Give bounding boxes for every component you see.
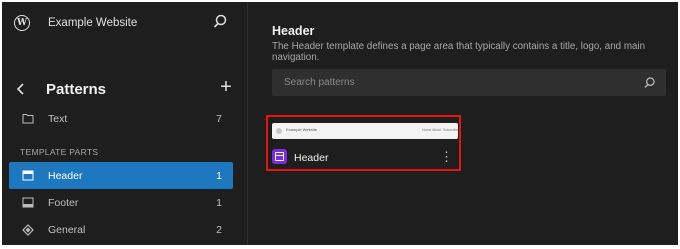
sidebar-title: Patterns [46,80,107,98]
sidebar-item-count: 1 [216,169,222,182]
pattern-title[interactable]: Header [294,152,328,164]
search-icon[interactable] [643,76,656,89]
sidebar-item-general[interactable]: General 2 [9,216,233,243]
more-options-icon[interactable]: ⋮ [440,150,453,164]
patterns-panel: Header The Header template defines a pag… [248,2,678,245]
preview-logo [276,128,282,134]
sidebar-item-label: Header [48,169,83,182]
sidebar: W Example Website Patterns + Text 7 TEMP… [2,2,247,245]
site-header: W Example Website [14,13,234,33]
page-title: Header [272,24,315,38]
site-editor: W Example Website Patterns + Text 7 TEMP… [2,2,678,245]
sidebar-item-label: General [48,223,86,236]
site-name[interactable]: Example Website [48,17,137,29]
diamond-icon [22,223,34,236]
template-part-icon [272,149,287,164]
preview-nav-item: About [432,128,442,132]
preview-site-name: Example Website [286,127,318,132]
pattern-preview[interactable]: Example Website Home About Subscribe [272,123,459,139]
sidebar-header: Patterns + [14,77,234,100]
search-icon[interactable] [212,13,228,29]
wordpress-logo-icon[interactable]: W [14,15,30,31]
footer-layout-icon [22,197,34,209]
sidebar-item-count: 7 [216,112,222,125]
sidebar-item-count: 1 [216,196,222,209]
sidebar-item-footer[interactable]: Footer 1 [9,189,233,216]
back-chevron-icon[interactable] [14,82,28,96]
preview-nav-item: Subscribe [443,128,459,132]
section-heading: TEMPLATE PARTS [20,147,99,157]
page-description: The Header template defines a page area … [272,41,646,63]
sidebar-item-text[interactable]: Text 7 [9,105,233,132]
preview-nav-item: Home [422,128,432,132]
sidebar-item-count: 2 [216,223,222,236]
search-bar [272,69,666,96]
sidebar-item-header[interactable]: Header 1 [9,162,233,189]
search-input[interactable] [272,69,632,96]
sidebar-item-label: Text [48,112,68,125]
folder-icon [22,113,34,125]
sidebar-item-label: Footer [48,196,79,209]
header-layout-icon [22,170,34,182]
add-pattern-icon[interactable]: + [218,77,234,97]
